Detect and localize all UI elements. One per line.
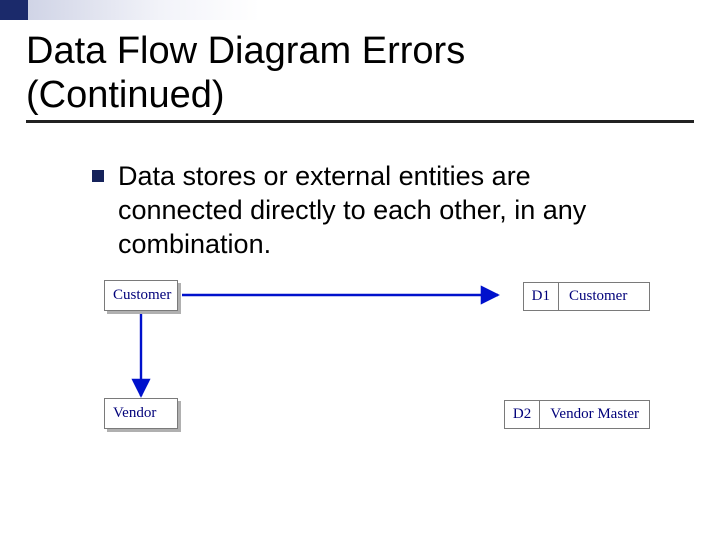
dfd-diagram: Customer Vendor D1 Customer D2 Vendor Ma… [100, 280, 660, 480]
slide-title: Data Flow Diagram Errors (Continued) [26, 30, 465, 117]
datastore-label: Customer [559, 283, 649, 310]
bullet-text: Data stores or external entities are con… [118, 160, 652, 261]
square-bullet-icon [92, 170, 104, 182]
accent-square-icon [16, 0, 26, 10]
entity-vendor: Vendor [104, 398, 178, 429]
entity-label: Customer [113, 287, 171, 303]
slide-accent-bar [0, 0, 720, 20]
entity-label: Vendor [113, 405, 156, 421]
datastore-customer: D1 Customer [523, 282, 650, 311]
datastore-id: D1 [524, 283, 559, 310]
title-underline [26, 120, 694, 123]
accent-square-icon [0, 0, 16, 16]
bullet-item: Data stores or external entities are con… [92, 160, 652, 261]
datastore-label: Vendor Master [540, 401, 649, 428]
entity-customer: Customer [104, 280, 178, 311]
datastore-vendor-master: D2 Vendor Master [504, 400, 650, 429]
datastore-id: D2 [505, 401, 540, 428]
